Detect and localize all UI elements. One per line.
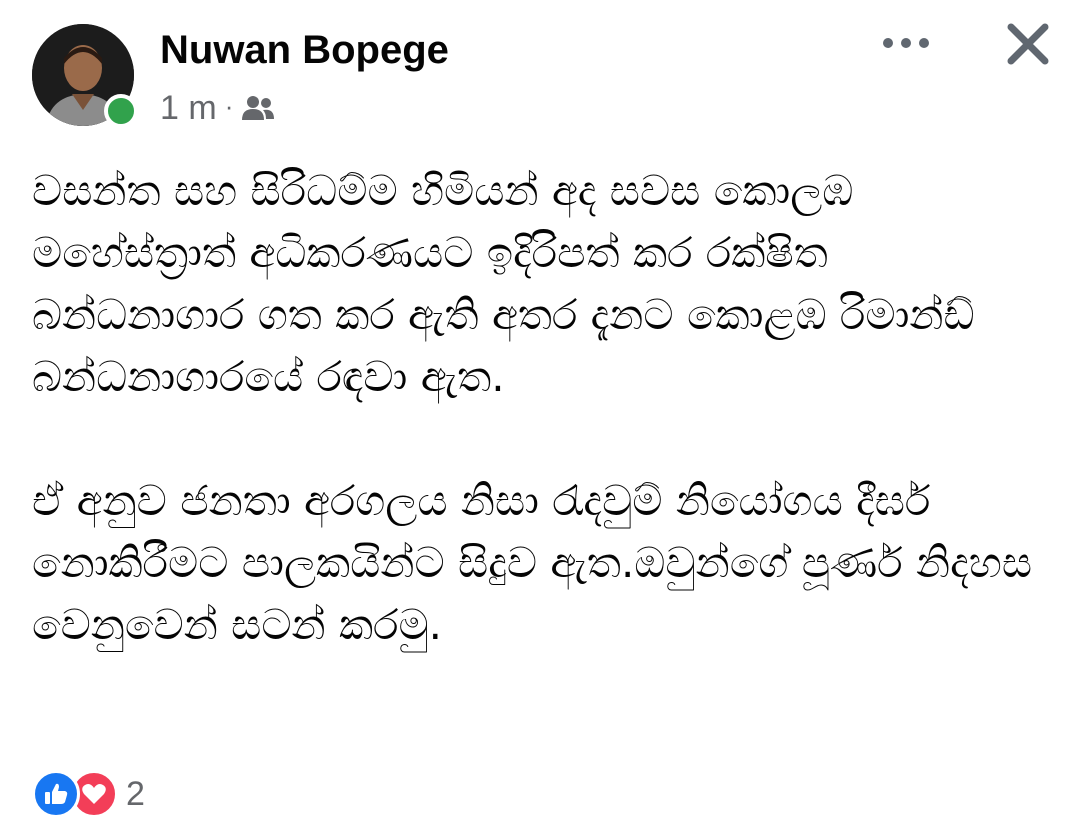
reactions-summary[interactable]: 2 [32,770,145,818]
more-options-button[interactable] [878,26,934,60]
close-icon [1007,23,1049,65]
post-timestamp[interactable]: 1 m [160,89,217,128]
author-name[interactable]: Nuwan Bopege [160,26,449,74]
meta-separator: · [224,90,234,121]
online-status-indicator [104,94,138,128]
close-button[interactable] [1002,18,1054,70]
more-options-icon [883,38,929,48]
friends-icon[interactable] [241,95,275,121]
reaction-count[interactable]: 2 [126,775,145,814]
post-paragraph: ඒ අනුව ජනතා අරගලය නිසා රැදවුම් නියෝගය දී… [32,476,1033,649]
like-icon [32,770,80,818]
post-meta: 1 m · [160,86,275,130]
post-header: Nuwan Bopege 1 m · [0,0,1080,140]
post-paragraph: වසන්ත සහ සිරිධම්ම හිමියන් අද සවස කොලඹ මහ… [32,166,975,401]
post-text: වසන්ත සහ සිරිධම්ම හිමියන් අද සවස කොලඹ මහ… [32,160,1052,656]
